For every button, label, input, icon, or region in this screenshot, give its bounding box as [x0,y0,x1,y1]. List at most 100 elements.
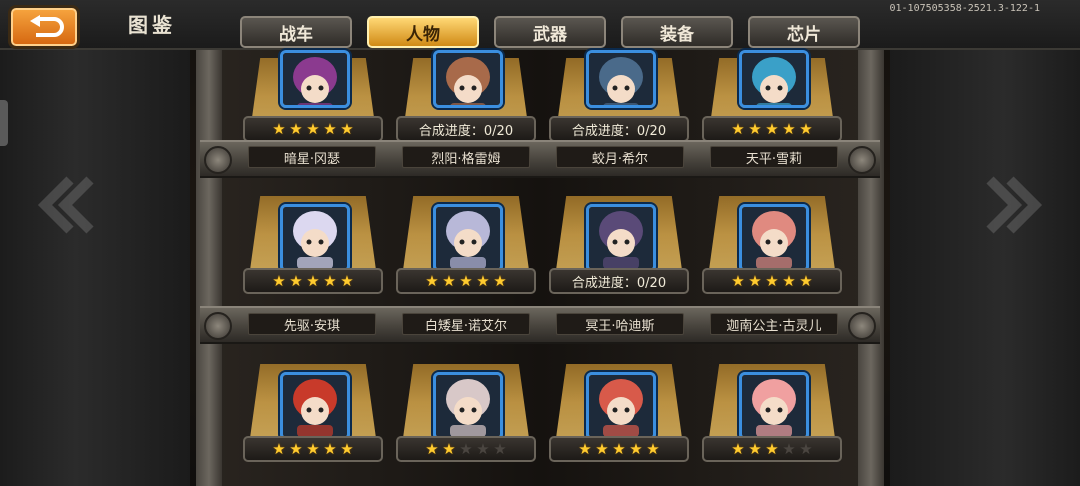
star-icon: ★ [289,119,303,138]
star-rating: ★ ★ ★ ★ ★ [243,268,383,294]
star-icon: ★ [765,439,779,458]
star-icon: ★ [306,119,320,138]
star-icon: ★ [748,271,762,290]
character-portrait[interactable] [586,372,656,440]
star-rating: ★ ★ ★ ★ ★ [396,268,536,294]
bolt [848,312,876,340]
synthesis-progress: 合成进度：0/20 [396,116,536,142]
star-icon: ★ [731,119,745,138]
star-icon: ★ [272,119,286,138]
stars: ★ ★ ★ ★ ★ [578,439,661,458]
tab-characters[interactable]: 人物 [367,16,479,48]
stars: ★ ★ ★ ★ ★ [272,271,355,290]
tab-weapons[interactable]: 武器 [494,16,606,48]
character-card[interactable]: ★ ★ ★ ★ ★ [243,196,383,294]
bolt [204,312,232,340]
star-rating: ★ ★ ★ ★ ★ [549,436,689,462]
character-card[interactable]: ★ ★ ★ ★ ★ [702,50,842,154]
star-icon: ★ [629,439,643,458]
character-avatar-icon [436,53,500,105]
star-icon: ★ [340,119,354,138]
character-name: 暗星·冈瑟 [248,146,376,168]
tab-equipment[interactable]: 装备 [621,16,733,48]
stars: ★ ★ ★ ★ ★ [425,271,508,290]
tab-vehicles[interactable]: 战车 [240,16,352,48]
star-icon: ★ [289,439,303,458]
character-portrait[interactable] [280,372,350,440]
character-portrait[interactable] [280,204,350,272]
character-portrait[interactable] [586,204,656,272]
character-avatar-icon [436,207,500,269]
character-card[interactable]: ★ ★ ★ ★ ★ [243,50,383,154]
character-card[interactable]: 合成进度：0/20 [396,50,536,154]
cabinet-post-left [196,50,222,486]
star-icon: ★ [323,439,337,458]
character-avatar-icon [742,375,806,437]
character-portrait[interactable] [586,50,656,108]
star-rating: ★ ★ ★ ★ ★ [702,116,842,142]
star-icon: ★ [272,271,286,290]
star-icon: ★ [782,439,796,458]
back-arrow-icon [30,15,64,37]
character-name: 迦南公主·古灵儿 [710,313,838,335]
star-icon: ★ [731,439,745,458]
character-card[interactable]: ★ ★ ★ ★ ★ [702,364,842,462]
page-title: 图鉴 [128,13,176,37]
star-icon: ★ [782,119,796,138]
character-card[interactable]: 合成进度：0/20 [549,50,689,154]
character-card[interactable]: ★ ★ ★ ★ ★ [549,364,689,462]
character-portrait[interactable] [433,204,503,272]
star-icon: ★ [493,271,507,290]
character-card[interactable]: ★ ★ ★ ★ ★ [396,196,536,294]
stars: ★ ★ ★ ★ ★ [272,439,355,458]
back-button[interactable] [8,5,80,49]
synthesis-progress: 合成进度：0/20 [549,268,689,294]
star-icon: ★ [459,271,473,290]
star-rating: ★ ★ ★ ★ ★ [396,436,536,462]
character-portrait[interactable] [739,372,809,440]
star-icon: ★ [765,271,779,290]
character-card[interactable]: ★ ★ ★ ★ ★ [243,364,383,462]
star-icon: ★ [765,119,779,138]
star-icon: ★ [323,119,337,138]
character-name: 白矮星·诺艾尔 [402,313,530,335]
card-row-3: ★ ★ ★ ★ ★ ★ ★ ★ ★ ★ ★ ★ ★ ★ ★ ★ ★ ★ ★ ★ [243,364,842,462]
character-name: 蛟月·希尔 [556,146,684,168]
chevron-right-icon [986,176,1043,234]
character-card[interactable]: 合成进度：0/20 [549,196,689,294]
star-rating: ★ ★ ★ ★ ★ [702,436,842,462]
star-icon: ★ [425,439,439,458]
character-portrait[interactable] [739,204,809,272]
star-icon: ★ [340,439,354,458]
right-wall [890,0,1080,486]
star-rating: ★ ★ ★ ★ ★ [243,116,383,142]
character-card[interactable]: ★ ★ ★ ★ ★ [396,364,536,462]
star-icon: ★ [646,439,660,458]
character-portrait[interactable] [433,50,503,108]
category-tabs: 战车 人物 武器 装备 芯片 [240,16,860,48]
character-avatar-icon [283,207,347,269]
star-rating: ★ ★ ★ ★ ★ [702,268,842,294]
character-portrait[interactable] [433,372,503,440]
star-icon: ★ [323,271,337,290]
star-icon: ★ [612,439,626,458]
character-card[interactable]: ★ ★ ★ ★ ★ [702,196,842,294]
stars: ★ ★ ★ ★ ★ [272,119,355,138]
character-portrait[interactable] [739,50,809,108]
tab-chips[interactable]: 芯片 [748,16,860,48]
character-avatar-icon [589,207,653,269]
character-name: 先驱·安琪 [248,313,376,335]
star-icon: ★ [595,439,609,458]
stars: ★ ★ ★ ★ ★ [731,119,814,138]
star-icon: ★ [289,271,303,290]
side-drawer-handle[interactable] [0,100,8,146]
character-avatar-icon [742,53,806,105]
character-avatar-icon [283,375,347,437]
character-avatar-icon [436,375,500,437]
character-portrait[interactable] [280,50,350,108]
character-avatar-icon [589,375,653,437]
card-row-1: ★ ★ ★ ★ ★ 合成进度：0/20 合成进度：0/20 ★ ★ ★ ★ ★ [243,50,842,154]
star-icon: ★ [306,271,320,290]
star-icon: ★ [731,271,745,290]
version-text: 01-107505358-2521.3-122-1 [889,3,1040,14]
